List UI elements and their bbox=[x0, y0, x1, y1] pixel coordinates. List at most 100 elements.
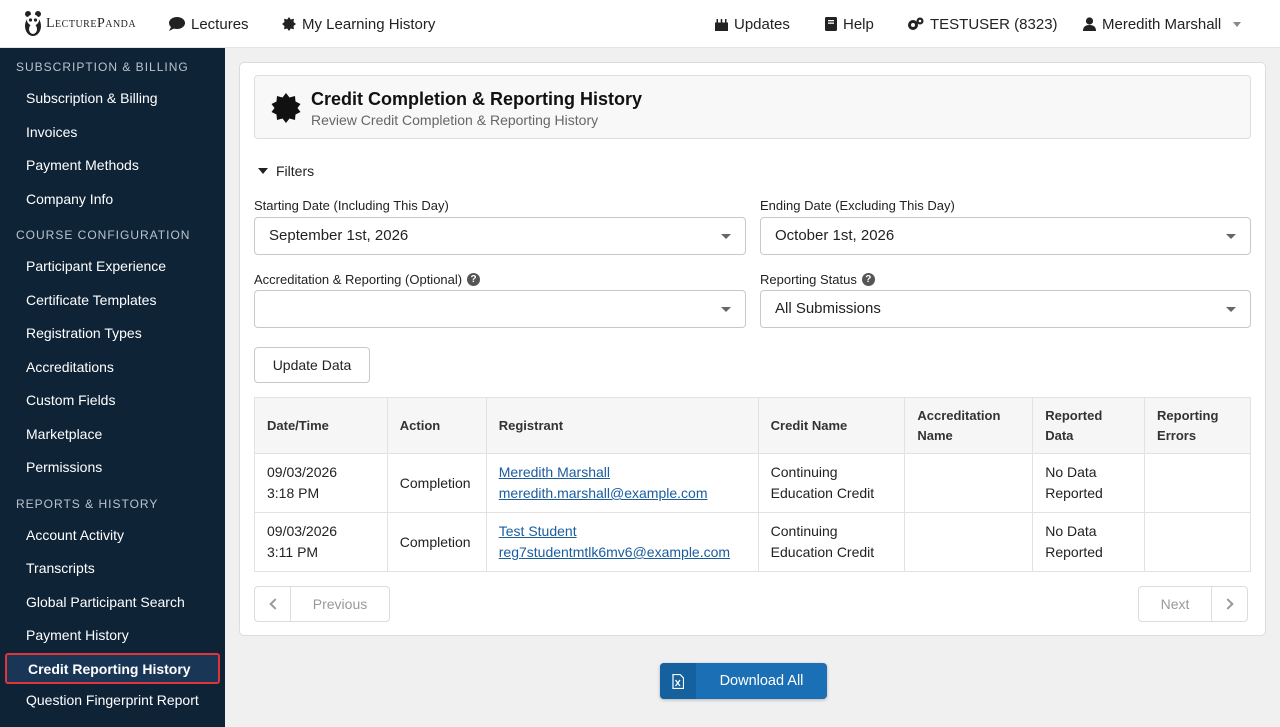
registrant-name-link[interactable]: Test Student bbox=[499, 521, 746, 542]
registrant-name-link[interactable]: Meredith Marshall bbox=[499, 462, 746, 483]
cell-reporting-errors bbox=[1144, 512, 1251, 572]
history-table: Date/Time Action Registrant Credit Name … bbox=[254, 397, 1251, 572]
sidebar-item-account-activity[interactable]: Account Activity bbox=[0, 519, 225, 553]
chevron-down-icon bbox=[1233, 21, 1242, 27]
registrant-email-link[interactable]: meredith.marshall@example.com bbox=[499, 483, 746, 504]
brand-logo[interactable]: LecturePanda bbox=[24, 10, 136, 38]
cell-registrant: Test Student reg7studentmtlk6mv6@example.… bbox=[485, 512, 759, 572]
accreditation-select[interactable] bbox=[254, 290, 746, 328]
update-data-button[interactable]: Update Data bbox=[254, 347, 370, 383]
top-navbar: LecturePanda Lectures My Learning Histor… bbox=[0, 0, 1280, 48]
filters-toggle-label: Filters bbox=[276, 163, 315, 179]
start-date-label: Starting Date (Including This Day) bbox=[254, 198, 449, 213]
nav-help[interactable]: Help bbox=[825, 0, 874, 48]
nav-lectures-label: Lectures bbox=[191, 15, 249, 33]
chat-bubble-icon bbox=[169, 17, 185, 31]
column-header[interactable]: Action bbox=[386, 397, 487, 454]
sidebar-item-payment-methods[interactable]: Payment Methods bbox=[0, 149, 225, 183]
previous-label: Previous bbox=[312, 596, 368, 612]
dropdown-arrow-icon bbox=[1226, 234, 1236, 239]
sidebar-item-custom-fields[interactable]: Custom Fields bbox=[0, 384, 225, 418]
column-header[interactable]: Reporting Errors bbox=[1144, 397, 1251, 454]
cell-date: 09/03/2026 bbox=[267, 464, 338, 480]
sidebar-item-permissions[interactable]: Permissions bbox=[0, 451, 225, 485]
sidebar-item-registration-types[interactable]: Registration Types bbox=[0, 317, 225, 351]
sidebar-item-marketplace[interactable]: Marketplace bbox=[0, 418, 225, 452]
sidebar-item-credit-reporting-history[interactable]: Credit Reporting History bbox=[5, 652, 220, 684]
next-label: Next bbox=[1160, 596, 1190, 612]
nav-account-label: TESTUSER (8323) bbox=[930, 15, 1058, 33]
sidebar-item-global-participant-search[interactable]: Global Participant Search bbox=[0, 586, 225, 620]
download-all-label: Download All bbox=[719, 673, 804, 689]
nav-user-menu[interactable]: Meredith Marshall bbox=[1083, 0, 1242, 48]
cell-credit-name: Continuing Education Credit bbox=[757, 453, 906, 513]
reporting-status-label-text: Reporting Status bbox=[760, 272, 857, 287]
nav-learning-history[interactable]: My Learning History bbox=[282, 0, 435, 48]
nav-help-label: Help bbox=[843, 15, 874, 33]
sidebar-item-activity-report[interactable]: Activity Report bbox=[0, 717, 225, 727]
column-header[interactable]: Registrant bbox=[485, 397, 759, 454]
excel-file-icon bbox=[672, 673, 684, 689]
sidebar-item-transcripts[interactable]: Transcripts bbox=[0, 552, 225, 586]
table-row: 09/03/2026 3:11 PM Completion Test Studen… bbox=[254, 512, 1251, 572]
sidebar-item-invoices[interactable]: Invoices bbox=[0, 116, 225, 150]
accreditation-label: Accreditation & Reporting (Optional) ? bbox=[254, 272, 481, 287]
start-date-label-text: Starting Date (Including This Day) bbox=[254, 198, 449, 213]
sidebar-item-participant-experience[interactable]: Participant Experience bbox=[0, 250, 225, 284]
registrant-email-link[interactable]: reg7studentmtlk6mv6@example.com bbox=[499, 542, 746, 563]
cell-reporting-errors bbox=[1144, 453, 1251, 513]
sidebar-section-title: Course Configuration bbox=[16, 228, 191, 242]
sidebar-item-certificate-templates[interactable]: Certificate Templates bbox=[0, 284, 225, 318]
cell-credit-name: Continuing Education Credit bbox=[757, 512, 906, 572]
sidebar-section-title: Reports & History bbox=[16, 496, 159, 511]
sidebar-item-payment-history[interactable]: Payment History bbox=[0, 619, 225, 653]
user-icon bbox=[1083, 17, 1096, 31]
column-header[interactable]: Accreditation Name bbox=[904, 397, 1034, 454]
column-header[interactable]: Credit Name bbox=[757, 397, 906, 454]
cell-reported-data: No Data Reported bbox=[1032, 453, 1146, 513]
sidebar: Subscription & Billing Subscription & Bi… bbox=[0, 48, 225, 727]
column-header[interactable]: Reported Data bbox=[1032, 397, 1146, 454]
certificate-badge-icon bbox=[271, 93, 301, 123]
table-row: 09/03/2026 3:18 PM Completion Meredith Ma… bbox=[254, 453, 1251, 513]
nav-learning-history-label: My Learning History bbox=[302, 15, 436, 33]
cell-date: 09/03/2026 bbox=[267, 523, 338, 539]
page-header: Credit Completion & Reporting History Re… bbox=[254, 75, 1251, 139]
chevron-right-icon-wrap bbox=[1211, 587, 1247, 621]
excel-file-icon-wrap bbox=[660, 663, 696, 699]
dropdown-arrow-icon bbox=[1226, 307, 1236, 312]
column-header[interactable]: Date/Time bbox=[254, 397, 388, 454]
panda-logo-icon bbox=[25, 11, 41, 36]
gears-icon bbox=[908, 17, 924, 30]
filters-toggle[interactable]: Filters bbox=[258, 163, 314, 179]
cell-action: Completion bbox=[386, 512, 487, 572]
cell-registrant: Meredith Marshall meredith.marshall@examp… bbox=[485, 453, 759, 513]
cell-accreditation-name bbox=[904, 512, 1034, 572]
nav-updates[interactable]: Updates bbox=[715, 0, 790, 48]
birthday-cake-icon bbox=[715, 19, 728, 31]
next-page-button[interactable]: Next bbox=[1138, 586, 1248, 622]
cell-accreditation-name bbox=[904, 453, 1034, 513]
question-circle-icon[interactable]: ? bbox=[861, 273, 875, 286]
chevron-left-icon-wrap bbox=[255, 587, 291, 621]
sidebar-item-company-info[interactable]: Company Info bbox=[0, 183, 225, 217]
end-date-select[interactable]: October 1st, 2026 bbox=[760, 217, 1251, 255]
previous-page-button[interactable]: Previous bbox=[254, 586, 390, 622]
end-date-label: Ending Date (Excluding This Day) bbox=[760, 198, 955, 213]
nav-account[interactable]: TESTUSER (8323) bbox=[907, 0, 1058, 48]
download-all-button[interactable]: Download All bbox=[660, 663, 827, 699]
sidebar-item-question-fingerprint-report[interactable]: Question Fingerprint Report bbox=[0, 684, 225, 718]
page-title: Credit Completion & Reporting History bbox=[311, 89, 643, 109]
question-circle-icon[interactable]: ? bbox=[467, 273, 481, 286]
cell-time: 3:18 PM bbox=[267, 485, 320, 501]
main-content: Credit Completion & Reporting History Re… bbox=[225, 48, 1280, 727]
book-icon bbox=[825, 17, 837, 31]
sidebar-item-subscription-billing[interactable]: Subscription & Billing bbox=[0, 82, 225, 116]
reporting-status-select[interactable]: All Submissions bbox=[760, 290, 1251, 328]
start-date-select[interactable]: September 1st, 2026 bbox=[254, 217, 746, 255]
sidebar-item-accreditations[interactable]: Accreditations bbox=[0, 351, 225, 385]
nav-lectures[interactable]: Lectures bbox=[169, 0, 249, 48]
chevron-right-icon bbox=[1221, 598, 1234, 610]
nav-updates-label: Updates bbox=[734, 15, 790, 33]
start-date-value: September 1st, 2026 bbox=[269, 227, 409, 244]
